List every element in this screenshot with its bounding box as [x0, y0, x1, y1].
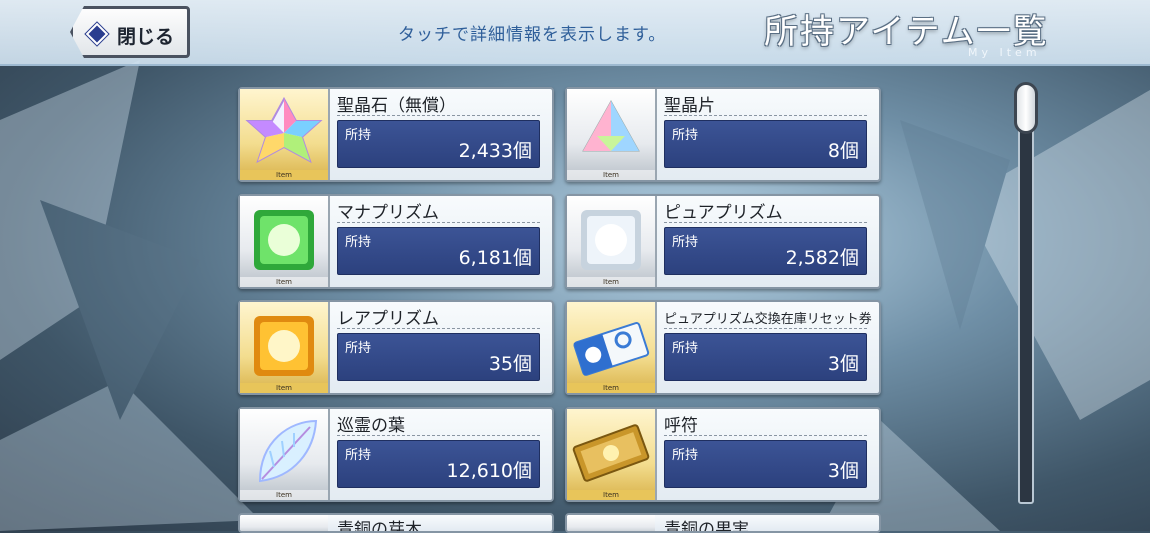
diamond-icon — [85, 22, 109, 46]
item-badge: Item — [567, 490, 655, 500]
item-thumbnail: Item — [567, 409, 657, 500]
item-quantity: 3個 — [827, 353, 859, 375]
divider — [664, 328, 867, 329]
owned-label: 所持 — [345, 341, 372, 356]
item-name: 巡霊の葉 — [337, 416, 405, 436]
item-card[interactable]: Item マナプリズム所持 6,181個 — [238, 194, 554, 289]
item-badge: Item — [567, 170, 655, 180]
item-card[interactable]: 青銅の果実 — [565, 513, 881, 533]
item-badge: Item — [567, 277, 655, 287]
owned-count-panel: 所持 35個 — [337, 333, 540, 381]
owned-label: 所持 — [672, 448, 699, 463]
spirit-leaf-icon — [240, 411, 328, 495]
item-badge: Item — [240, 490, 328, 500]
divider — [337, 222, 540, 223]
item-card[interactable]: Item 聖晶石（無償） 所持 2,433個 — [238, 87, 554, 182]
saint-quartz-icon — [240, 91, 328, 175]
owned-count-panel: 所持 2,433個 — [337, 120, 540, 168]
reset-ticket-icon — [567, 304, 655, 388]
item-badge: Item — [567, 383, 655, 393]
owned-count-panel: 所持 12,610個 — [337, 440, 540, 488]
item-name: レアプリズム — [337, 309, 439, 329]
item-quantity: 8個 — [827, 140, 859, 162]
item-badge: Item — [240, 383, 328, 393]
owned-label: 所持 — [672, 235, 699, 250]
item-thumbnail: Item — [240, 196, 330, 287]
item-badge: Item — [240, 170, 328, 180]
owned-label: 所持 — [672, 341, 699, 356]
item-thumbnail: Item — [567, 302, 657, 393]
close-button-label: 閉じる — [117, 26, 175, 48]
owned-count-panel: 所持 3個 — [664, 333, 867, 381]
item-quantity: 2,582個 — [785, 247, 859, 269]
owned-count-panel: 所持 8個 — [664, 120, 867, 168]
divider — [337, 435, 540, 436]
owned-count-panel: 所持 2,582個 — [664, 227, 867, 275]
item-quantity: 6,181個 — [458, 247, 532, 269]
owned-label: 所持 — [345, 128, 372, 143]
item-name: 青銅の果実 — [664, 520, 749, 533]
rare-prism-icon — [240, 304, 328, 388]
item-card[interactable]: Item 呼符所持 3個 — [565, 407, 881, 502]
divider — [664, 222, 867, 223]
item-card[interactable]: Item レアプリズム所持 35個 — [238, 300, 554, 395]
close-button[interactable]: 閉じる — [70, 6, 190, 58]
quartz-fragment-icon — [567, 91, 655, 175]
item-badge: Item — [240, 277, 328, 287]
header-bar: 閉じる タッチで詳細情報を表示します。 所持アイテム一覧 My Item — [0, 0, 1150, 66]
scrollbar-thumb[interactable] — [1014, 82, 1038, 134]
pure-prism-icon — [567, 198, 655, 282]
owned-label: 所持 — [345, 448, 372, 463]
divider — [337, 115, 540, 116]
divider — [337, 328, 540, 329]
item-quantity: 35個 — [488, 353, 532, 375]
item-card[interactable]: Item 巡霊の葉所持 12,610個 — [238, 407, 554, 502]
item-thumbnail: Item — [240, 89, 330, 180]
owned-count-panel: 所持 3個 — [664, 440, 867, 488]
item-thumbnail — [567, 515, 655, 531]
item-name: マナプリズム — [337, 203, 439, 223]
item-name: 呼符 — [664, 416, 698, 436]
summon-ticket-icon — [567, 411, 655, 495]
hint-text: タッチで詳細情報を表示します。 — [398, 25, 667, 45]
item-thumbnail — [240, 515, 328, 531]
mana-prism-icon — [240, 198, 328, 282]
item-thumbnail: Item — [240, 409, 330, 500]
item-name: 聖晶片 — [664, 96, 715, 116]
owned-count-panel: 所持 6,181個 — [337, 227, 540, 275]
item-quantity: 3個 — [827, 460, 859, 482]
item-quantity: 12,610個 — [446, 460, 532, 482]
item-name: ピュアプリズム交換在庫リセット券 — [664, 312, 872, 327]
divider — [664, 115, 867, 116]
item-thumbnail: Item — [240, 302, 330, 393]
page-subtitle: My Item — [968, 46, 1041, 59]
item-name: 聖晶石（無償） — [337, 96, 456, 116]
item-name: 青銅の芽木 — [337, 520, 422, 533]
item-thumbnail: Item — [567, 196, 657, 287]
owned-label: 所持 — [672, 128, 699, 143]
owned-label: 所持 — [345, 235, 372, 250]
item-card[interactable]: Item ピュアプリズム交換在庫リセット券所持 3個 — [565, 300, 881, 395]
scrollbar-track[interactable] — [1018, 90, 1034, 504]
item-card[interactable]: Item ピュアプリズム所持 2,582個 — [565, 194, 881, 289]
item-name: ピュアプリズム — [664, 203, 783, 223]
item-card[interactable]: Item 聖晶片所持 8個 — [565, 87, 881, 182]
item-card[interactable]: 青銅の芽木 — [238, 513, 554, 533]
item-thumbnail: Item — [567, 89, 657, 180]
divider — [664, 435, 867, 436]
item-quantity: 2,433個 — [458, 140, 532, 162]
